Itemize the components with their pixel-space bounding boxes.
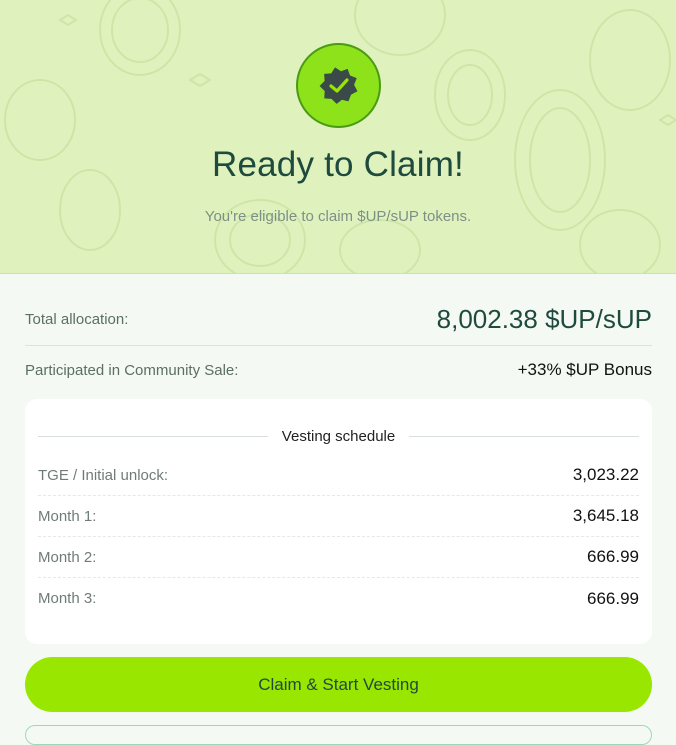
secondary-button-edge[interactable] [25,725,652,745]
vesting-row-label: TGE / Initial unlock: [38,466,169,484]
header-rule-right [409,435,640,437]
vesting-row-value: 3,023.22 [572,465,639,484]
vesting-row-month-1: Month 1: 3,645.18 [38,496,639,537]
vesting-row-value: 3,645.18 [572,506,639,525]
total-allocation-row: Total allocation: 8,002.38 $UP/sUP [25,300,652,338]
community-sale-row: Participated in Community Sale: +33% $UP… [25,358,652,382]
verified-badge-icon [319,66,357,104]
summary-divider [25,345,652,346]
badge-circle [296,43,381,128]
vesting-row-month-2: Month 2: 666.99 [38,537,639,578]
vesting-schedule-card: Vesting schedule TGE / Initial unlock: 3… [25,399,652,644]
vesting-schedule-header: Vesting schedule [38,427,640,445]
claim-start-vesting-button[interactable]: Claim & Start Vesting [25,657,652,712]
page-subtitle: You're eligible to claim $UP/sUP tokens. [204,208,472,225]
hero-banner: Ready to Claim! You're eligible to claim… [0,0,676,274]
community-sale-label: Participated in Community Sale: [25,361,239,379]
vesting-row-value: 666.99 [587,588,639,608]
vesting-row-label: Month 1: [38,507,97,525]
vesting-row-tge: TGE / Initial unlock: 3,023.22 [38,455,639,496]
community-sale-bonus: +33% $UP Bonus [517,360,652,379]
header-rule-left [38,435,268,437]
page-title: Ready to Claim! [212,145,464,184]
total-allocation-label: Total allocation: [25,310,129,328]
vesting-row-label: Month 3: [38,590,97,607]
vesting-schedule-title: Vesting schedule [281,427,396,445]
vesting-row-label: Month 2: [38,548,97,566]
total-allocation-value: 8,002.38 $UP/sUP [436,303,652,334]
vesting-row-month-3: Month 3: 666.99 [38,578,639,619]
coin-pattern-background [4,0,676,273]
vesting-row-value: 666.99 [587,547,639,566]
